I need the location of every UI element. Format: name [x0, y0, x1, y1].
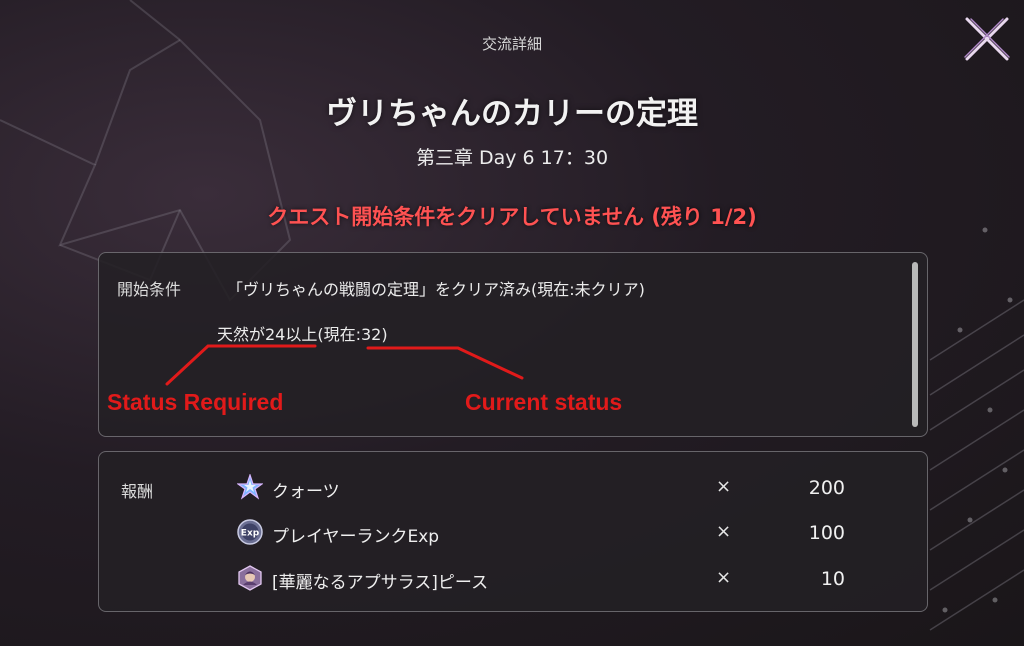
reward-row: [華麗なるアプサラス]ピース × 10	[99, 559, 929, 597]
quartz-star-icon	[237, 474, 263, 500]
reward-quantity: 100	[808, 522, 845, 544]
reward-quantity: 10	[820, 568, 845, 590]
reward-multiplier: ×	[716, 521, 732, 542]
conditions-scrollbar[interactable]	[912, 262, 918, 427]
close-button[interactable]	[962, 14, 1012, 64]
condition-status-requirement: 天然が24以上(現在:32)	[217, 325, 388, 344]
reward-name: [華麗なるアプサラス]ピース	[272, 573, 489, 593]
condition-quest-cleared: 「ヴリちゃんの戦闘の定理」をクリア済み(現在:未クリア)	[227, 280, 645, 299]
reward-name: プレイヤーランクExp	[272, 527, 440, 547]
reward-row: クォーツ × 200	[99, 468, 929, 506]
quest-time: 第三章 Day 6 17：30	[415, 147, 609, 169]
exp-badge-icon: Exp	[237, 519, 263, 545]
reward-multiplier: ×	[716, 567, 732, 588]
reward-quantity: 200	[808, 477, 845, 499]
character-piece-icon	[238, 565, 262, 591]
rewards-panel: 報酬 クォーツ × 200 Exp プレイヤーランクExp × 100 [華麗な…	[98, 451, 928, 612]
reward-row: Exp プレイヤーランクExp × 100	[99, 513, 929, 551]
svg-text:Exp: Exp	[241, 529, 260, 539]
annotation-current-status: Current status	[465, 389, 623, 415]
reward-multiplier: ×	[716, 476, 732, 497]
modal-title: 交流詳細	[481, 35, 542, 53]
start-condition-warning: クエスト開始条件をクリアしていません (残り 1/2)	[267, 205, 757, 229]
annotation-status-required: Status Required	[107, 389, 284, 415]
conditions-label: 開始条件	[117, 280, 182, 299]
reward-name: クォーツ	[272, 482, 340, 502]
close-icon	[964, 17, 1010, 61]
quest-title: ヴリちゃんのカリーの定理	[326, 96, 698, 132]
